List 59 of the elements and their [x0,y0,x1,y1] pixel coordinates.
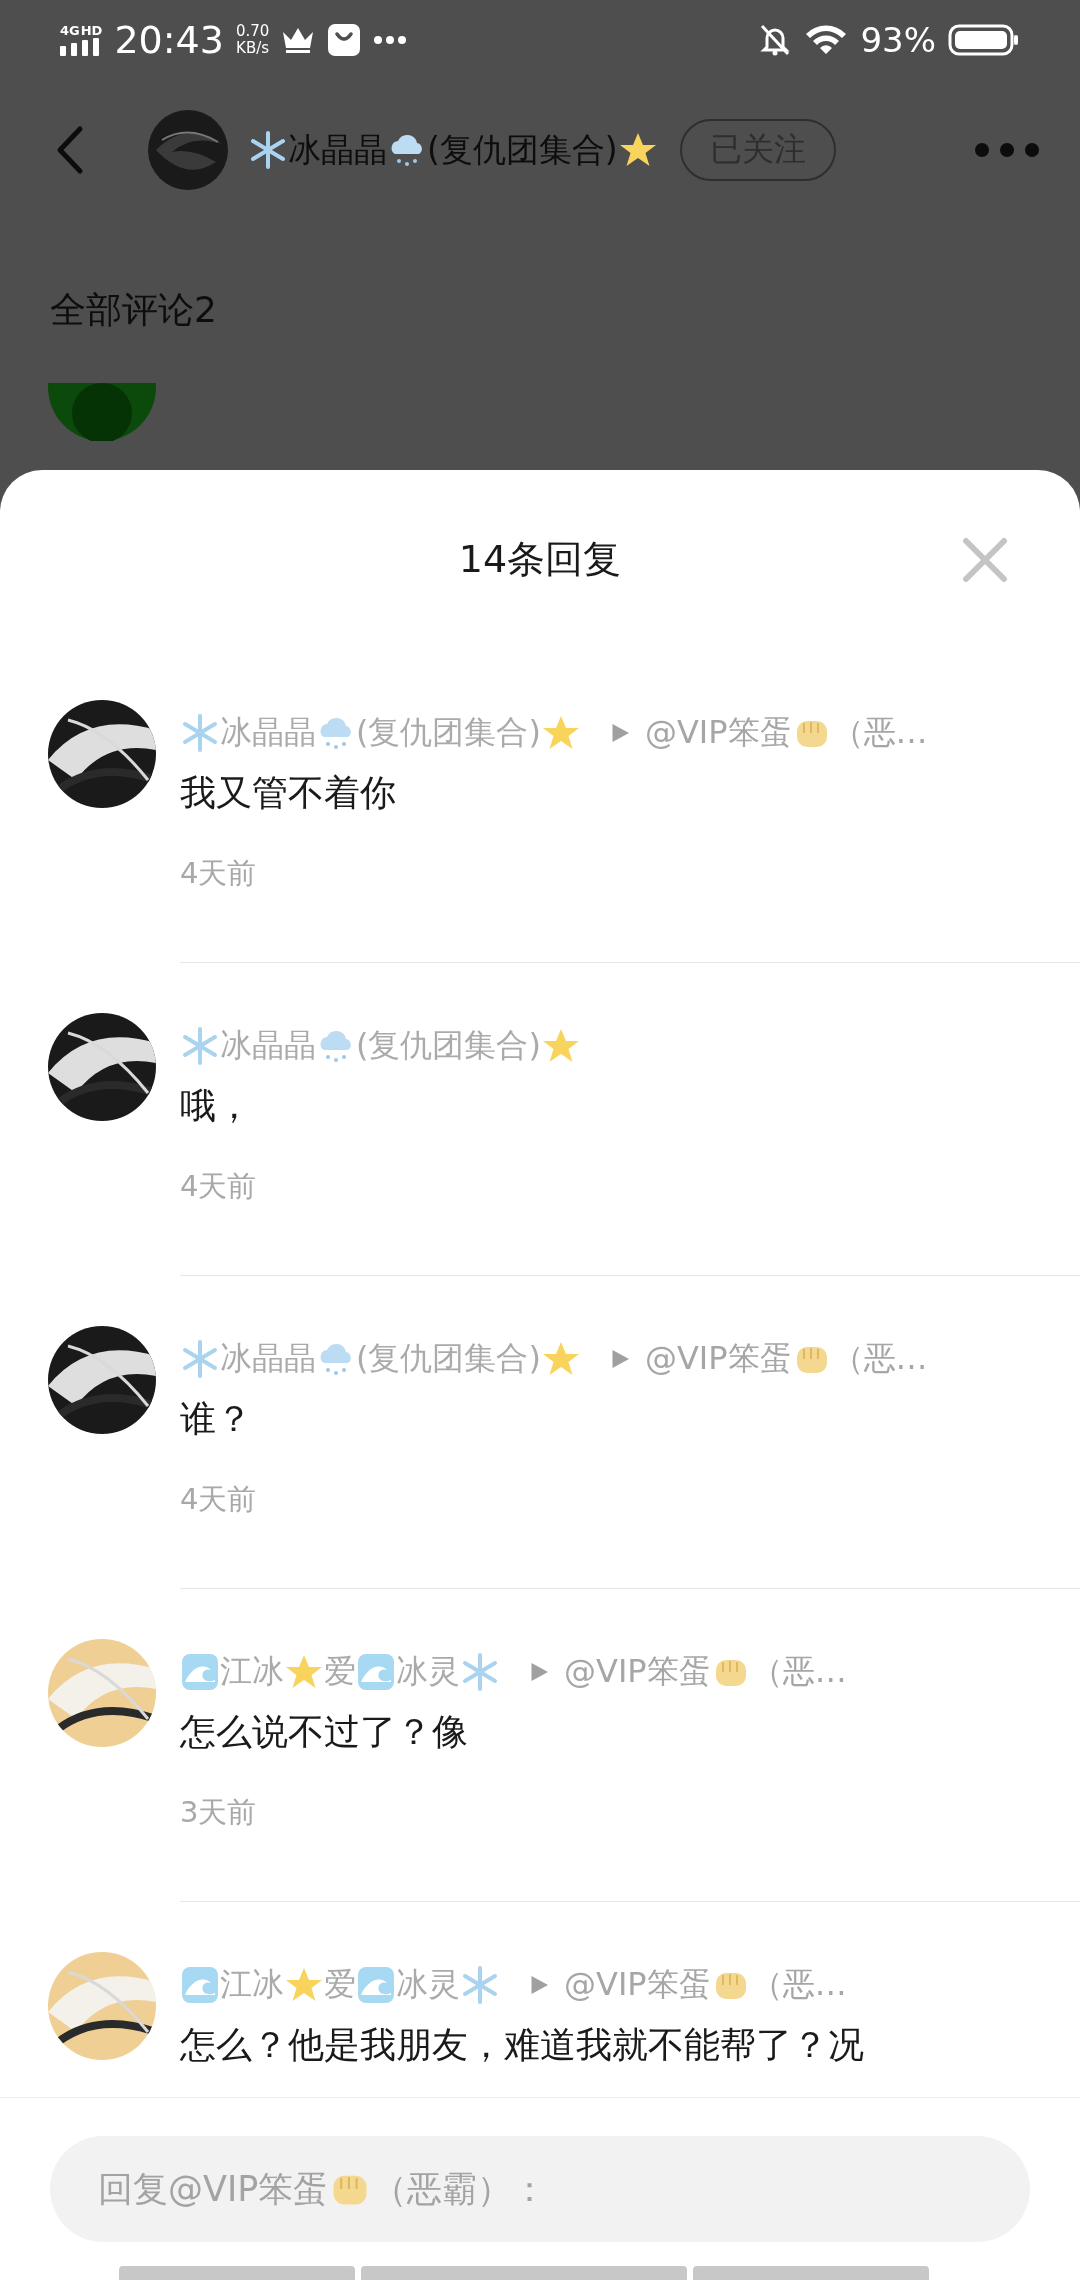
reply-text: 谁？ [180,1397,253,1441]
sheet-title: 14条回复 [458,536,622,583]
reply-target: （恶… [831,712,928,753]
snowflake-icon [460,1965,500,2005]
user-name: (复仇团集合) [356,1025,541,1066]
reply-text: 怎么？他是我朋友，难道我就不能帮了？况 [180,2023,865,2067]
user-name: 冰灵 [396,1651,460,1692]
user-name: 冰灵 [396,1964,460,2005]
snowflake-icon [180,1339,220,1379]
reply-target: @VIP笨蛋 [564,1651,711,1692]
close-icon[interactable] [962,537,1008,583]
user-name: 爱 [324,1651,356,1692]
bag-icon [327,23,362,57]
user-name: (复仇团集合) [356,712,541,753]
reply-text: 怎么说不过了？像 [180,1710,469,1754]
battery-percent: 93% [860,20,936,60]
snowflake-icon [248,130,288,170]
reply-time: 4天前 [180,855,258,892]
network-type-label: 4G [60,24,80,38]
signal-icon [60,38,100,56]
reply-target: @VIP笨蛋 [564,1964,711,2005]
reply-field[interactable]: 回复@VIP笨蛋 （恶霸）： [50,2136,1030,2242]
wave-icon [180,1965,220,2005]
reply-target: @VIP笨蛋 [644,712,792,753]
reply-time: 4天前 [180,1481,258,1518]
user-name: 冰晶晶 [220,1338,316,1379]
reply-target: @VIP笨蛋 [644,1338,792,1379]
battery-icon [948,23,1020,57]
user-name: 爱 [324,1964,356,2005]
reply-text: 我又管不着你 [180,771,397,815]
user-name: 江冰 [220,1651,284,1692]
reply-target: （恶… [831,1338,928,1379]
wave-icon [356,1965,396,2005]
more-icon [373,35,408,45]
section-title: 全部评论2 [50,288,218,332]
snowflake-icon [180,1026,220,1066]
muted-bell-icon [758,23,793,57]
snowflake-icon [180,713,220,753]
user-name: (复仇团集合) [356,1338,541,1379]
snowflake-icon [460,1652,500,1692]
crown-icon [281,26,316,54]
speed-value: 0.70 [235,23,270,40]
user-name: 冰晶晶 [220,712,316,753]
reply-target: （恶… [750,1964,847,2005]
wave-icon [180,1652,220,1692]
speed-unit: KB/s [236,40,270,57]
reply-text: 哦， [180,1084,253,1128]
reply-time: 4天前 [180,1168,258,1205]
wifi-icon [804,23,849,57]
reply-time: 3天前 [180,1794,258,1831]
user-name: 江冰 [220,1964,284,2005]
hd-label: HD [80,24,103,38]
user-name: 冰晶晶 [220,1025,316,1066]
clock: 20:43 [114,18,224,62]
wave-icon [356,1652,396,1692]
reply-target: （恶… [750,1651,847,1692]
user-name: (复仇团集合) [427,128,618,171]
more-icon[interactable] [974,142,1040,158]
user-name: 冰晶晶 [288,128,387,171]
